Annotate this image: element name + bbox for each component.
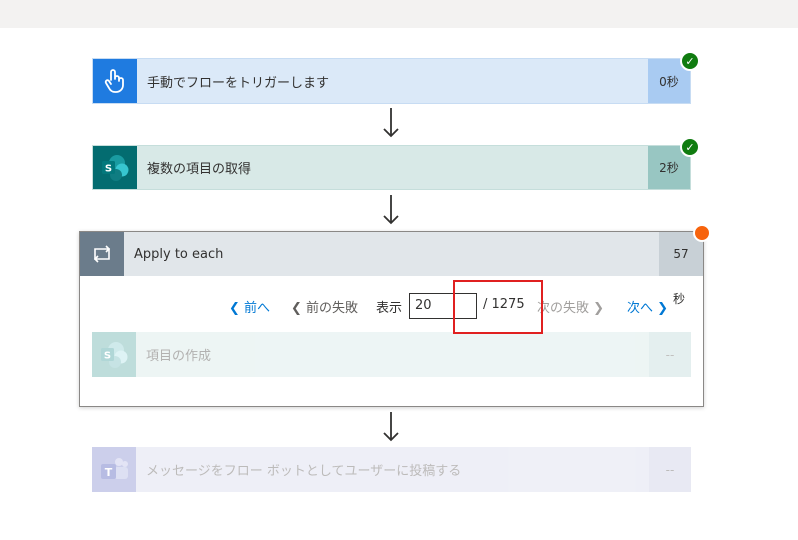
chevron-right-icon: ❯ [657,301,669,316]
next-button[interactable]: 次へ ❯ [627,297,668,316]
loop-icon [93,245,111,263]
step-card-trigger[interactable]: 手動でフローをトリガーします 0秒 [92,58,691,104]
svg-text:T: T [105,466,113,479]
running-status-icon [693,224,711,242]
step-title: 項目の作成 [146,349,212,364]
annotation-highlight-box [453,280,543,334]
iteration-pager: ❮ 前へ ❮ 前の失敗 表示 20 / 1275 次の失敗 ❯ 次へ ❯ [79,293,704,319]
chevron-right-icon: ❯ [593,301,605,316]
trigger-icon-box [93,59,137,103]
loop-icon-box [80,232,124,276]
step-duration: -- [649,447,691,492]
success-check-icon: ✓ [680,137,700,157]
apply-to-each-container[interactable]: Apply to each 57 S 項目の作成 -- [79,231,704,407]
step-title: 複数の項目の取得 [147,162,252,177]
apply-to-each-header[interactable]: Apply to each 57 [80,232,703,276]
flow-arrow-icon [383,412,399,442]
sharepoint-icon-box: S [92,332,136,377]
step-card-create-item[interactable]: S 項目の作成 -- [92,332,691,377]
chevron-left-icon: ❮ [291,301,302,316]
top-toolbar-band [0,0,798,28]
show-label: 表示 [376,301,403,316]
step-title: 手動でフローをトリガーします [147,75,330,91]
flow-arrow-icon [383,108,399,138]
sharepoint-icon-box: S [93,146,137,189]
flow-arrow-icon [383,195,399,225]
svg-text:S: S [105,163,112,174]
prev-button[interactable]: ❮ 前へ [229,297,270,316]
success-check-icon: ✓ [680,51,700,71]
sharepoint-icon: S [101,341,128,368]
touch-hand-icon [104,69,124,93]
step-card-get-items[interactable]: S 複数の項目の取得 2秒 [92,145,691,190]
prev-failed-button[interactable]: ❮ 前の失敗 [291,297,358,316]
step-title: Apply to each [134,246,224,262]
step-card-post-teams[interactable]: T メッセージをフロー ボットとしてユーザーに投稿する -- [92,447,691,492]
teams-icon-box: T [92,447,136,492]
next-failed-button[interactable]: 次の失敗 ❯ [537,297,604,316]
step-duration: -- [649,332,691,377]
chevron-left-icon: ❮ [229,301,240,316]
svg-text:S: S [104,350,111,361]
sharepoint-icon: S [102,154,129,181]
step-title: メッセージをフロー ボットとしてユーザーに投稿する [146,464,462,479]
teams-icon: T [101,457,128,479]
